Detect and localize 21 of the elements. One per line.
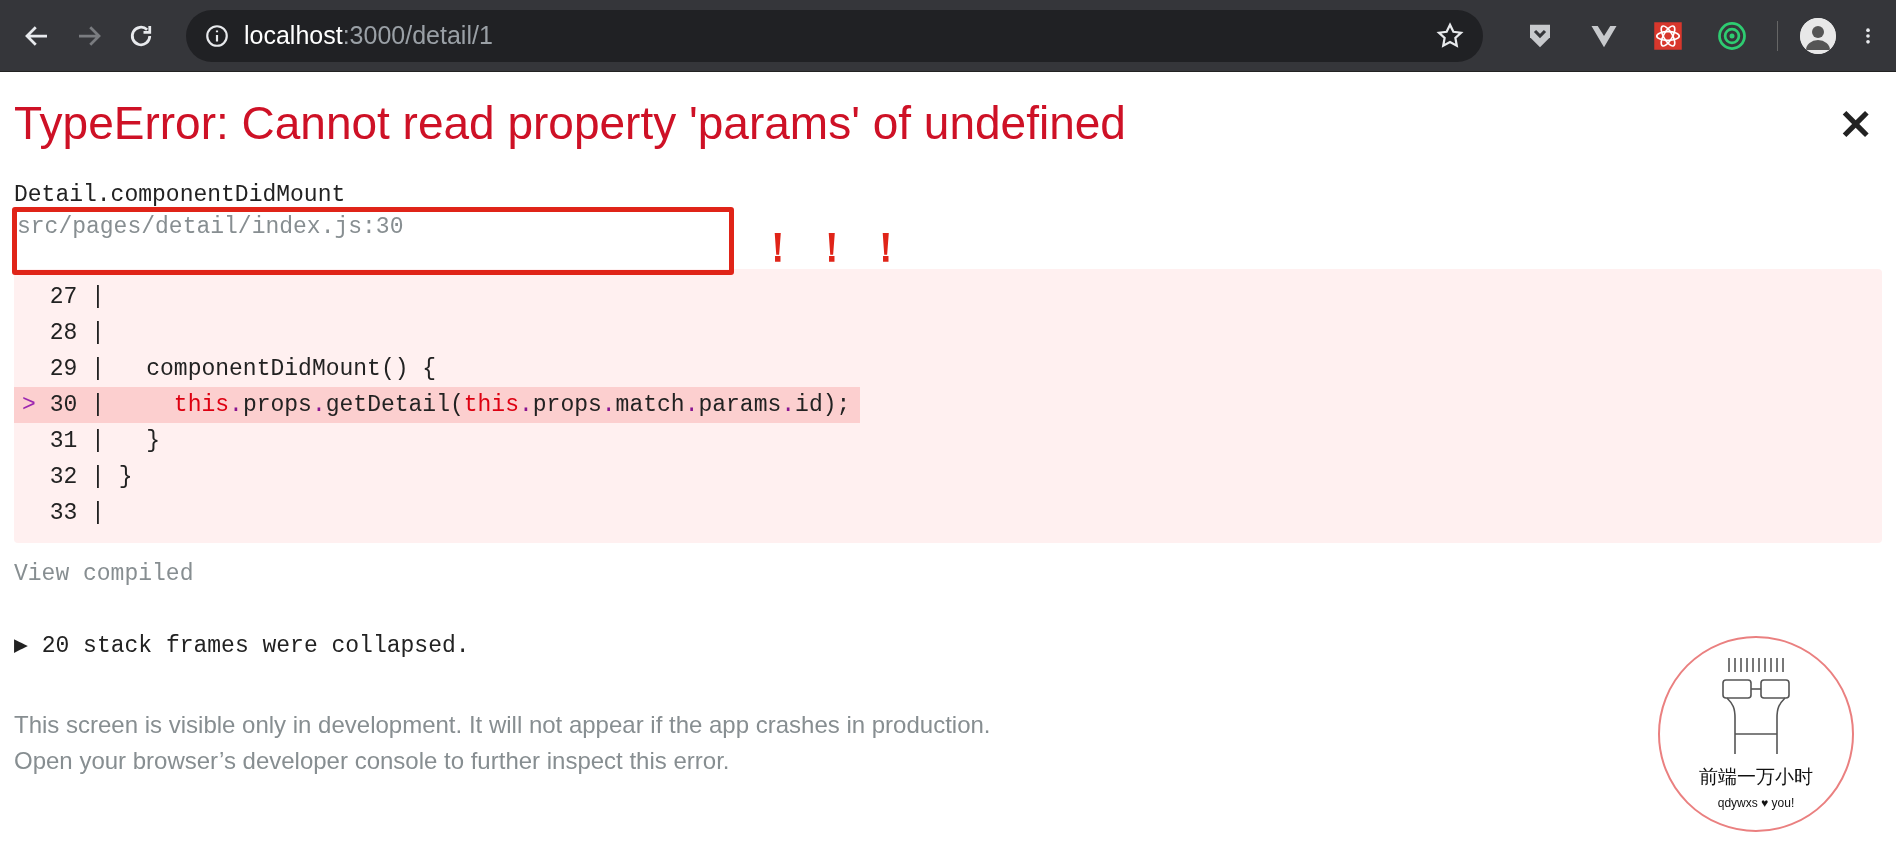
stack-frame-name: Detail.componentDidMount [14, 182, 347, 208]
stamp-title: 前端一万小时 [1699, 764, 1813, 789]
code-line: 33 | [48, 499, 106, 528]
address-bar[interactable]: localhost:3000/detail/1 [186, 9, 1483, 62]
avatar-icon[interactable] [1800, 17, 1836, 54]
code-line: 28 | [48, 319, 106, 348]
stamp-subtitle: qdywxs ♥ you! [1717, 796, 1795, 810]
annotation-marks: ！！！ [758, 223, 920, 272]
close-button[interactable]: × [1829, 101, 1882, 145]
code-line: 29 | componentDidMount() { [48, 355, 438, 384]
footer-note: This screen is visible only in development. It will not appear if the app crashes in production. [14, 710, 991, 740]
target-icon[interactable] [1717, 20, 1747, 51]
error-title: TypeError: Cannot read property 'params' of undefined [14, 96, 1126, 150]
file-location: src/pages/detail/index.js:30 [12, 206, 734, 275]
footer-note: Open your browser’s developer console to further inspect this error. [14, 746, 730, 776]
code-line: 27 | [48, 283, 106, 312]
info-icon[interactable] [204, 22, 230, 49]
collapsed-frames-toggle[interactable]: ▶ 20 stack frames were collapsed. [14, 631, 1882, 659]
code-line: 31 | } [48, 427, 162, 456]
code-line: 32 | } [48, 463, 134, 492]
atom-icon[interactable] [1653, 20, 1683, 51]
